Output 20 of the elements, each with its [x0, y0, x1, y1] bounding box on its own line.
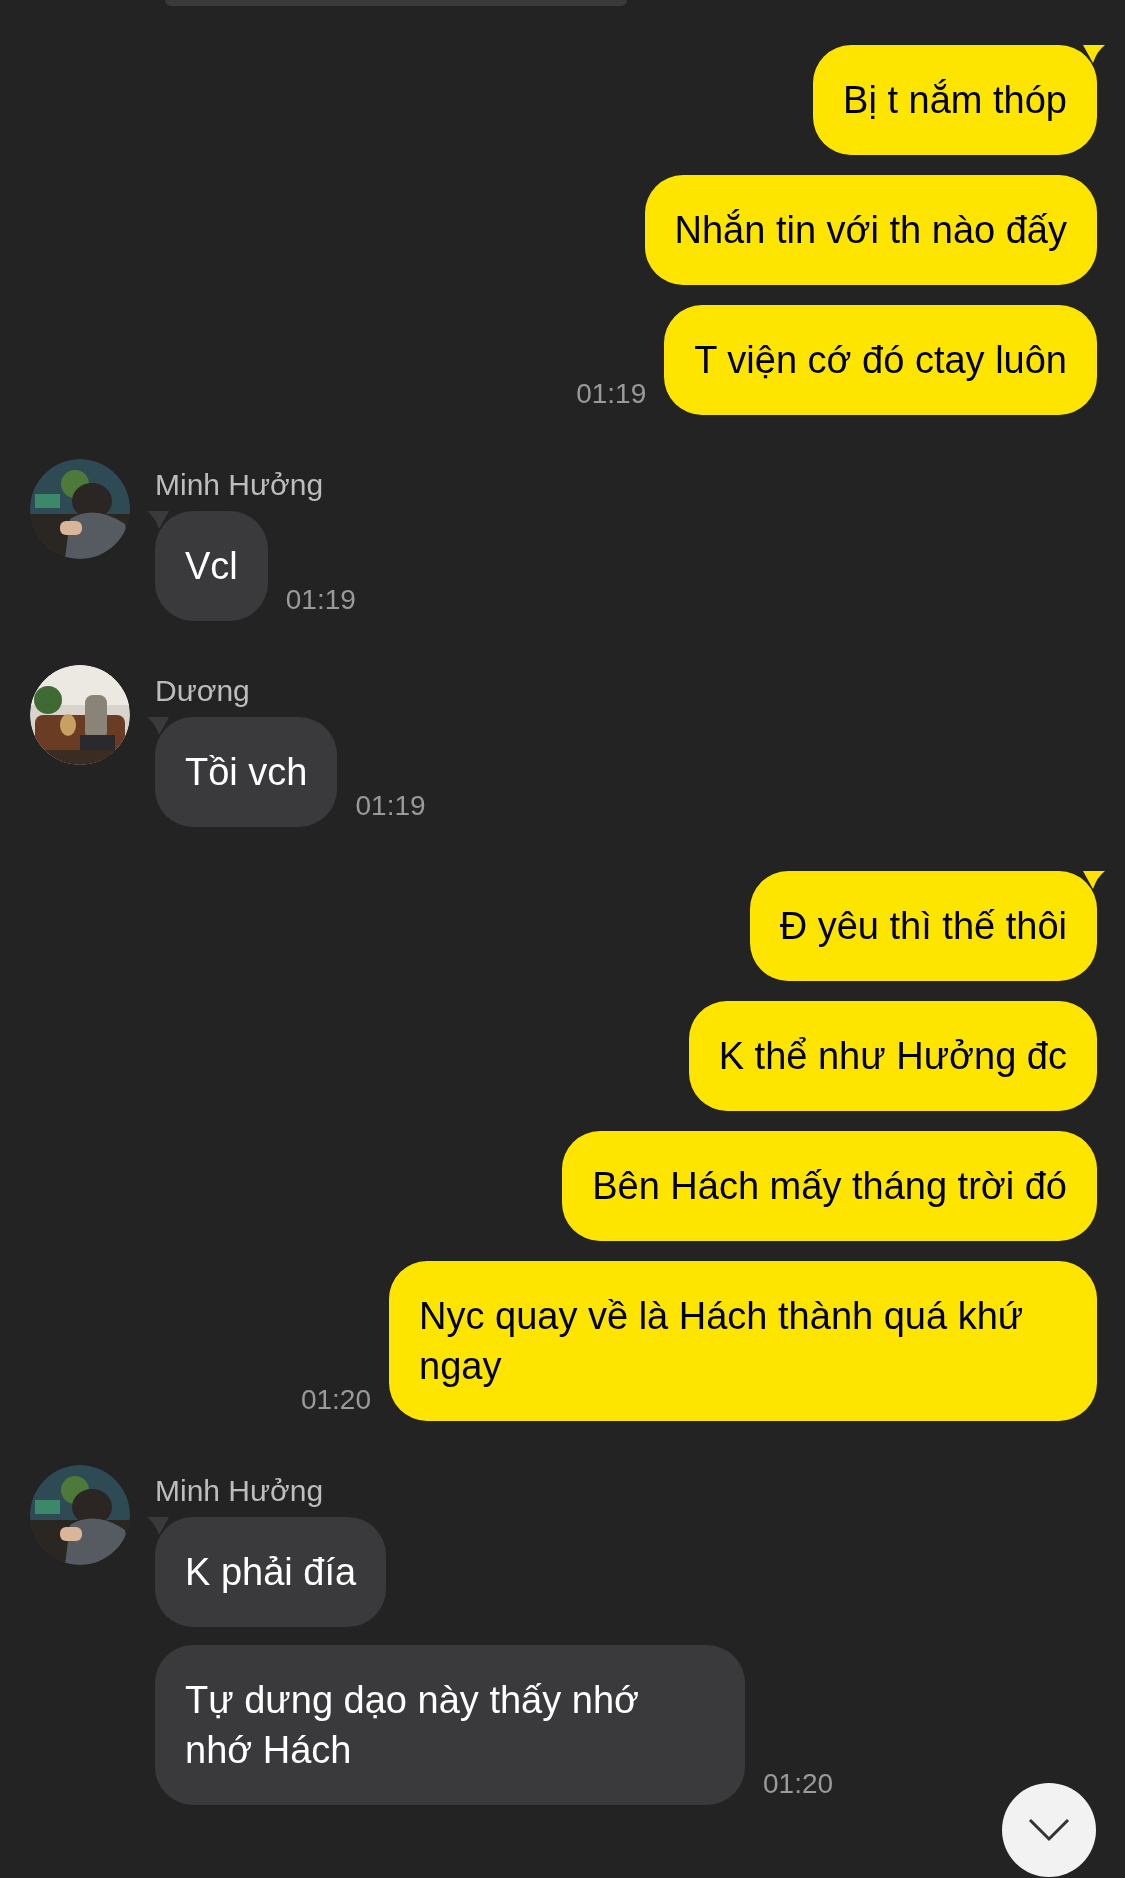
message-time: 01:19: [285, 583, 356, 617]
message-bubble: Tự dưng dạo này thấy nhớ nhớ Hách: [155, 1645, 745, 1805]
message-time: 01:20: [763, 1767, 834, 1801]
bubble-tail-icon: [147, 717, 169, 735]
message-bubble: Nyc quay về là Hách thành quá khứ ngay: [389, 1261, 1097, 1421]
sender-name: Minh Hưởng: [155, 1473, 325, 1509]
message-bubble: Nhắn tin với th nào đấy: [644, 175, 1097, 285]
message-time: 01:19: [355, 789, 426, 823]
message-bubble: T viện cớ đó ctay luôn: [664, 305, 1097, 415]
chevron-down-icon: [1028, 1818, 1070, 1842]
sender-name: Dương: [155, 673, 251, 709]
bubble-tail-icon: [1083, 871, 1105, 889]
message-bubble: K thể như Hưởng đc: [688, 1001, 1097, 1111]
message-time: 01:19: [576, 377, 647, 411]
bubble-tail-icon: [147, 511, 169, 529]
sender-name: Minh Hưởng: [155, 467, 325, 503]
message-bubble: Bên Hách mấy tháng trời đó: [562, 1131, 1097, 1241]
message-time: 01:20: [300, 1383, 371, 1417]
bubble-tail-icon: [1083, 45, 1105, 63]
bubble-tail-icon: [147, 1517, 169, 1535]
